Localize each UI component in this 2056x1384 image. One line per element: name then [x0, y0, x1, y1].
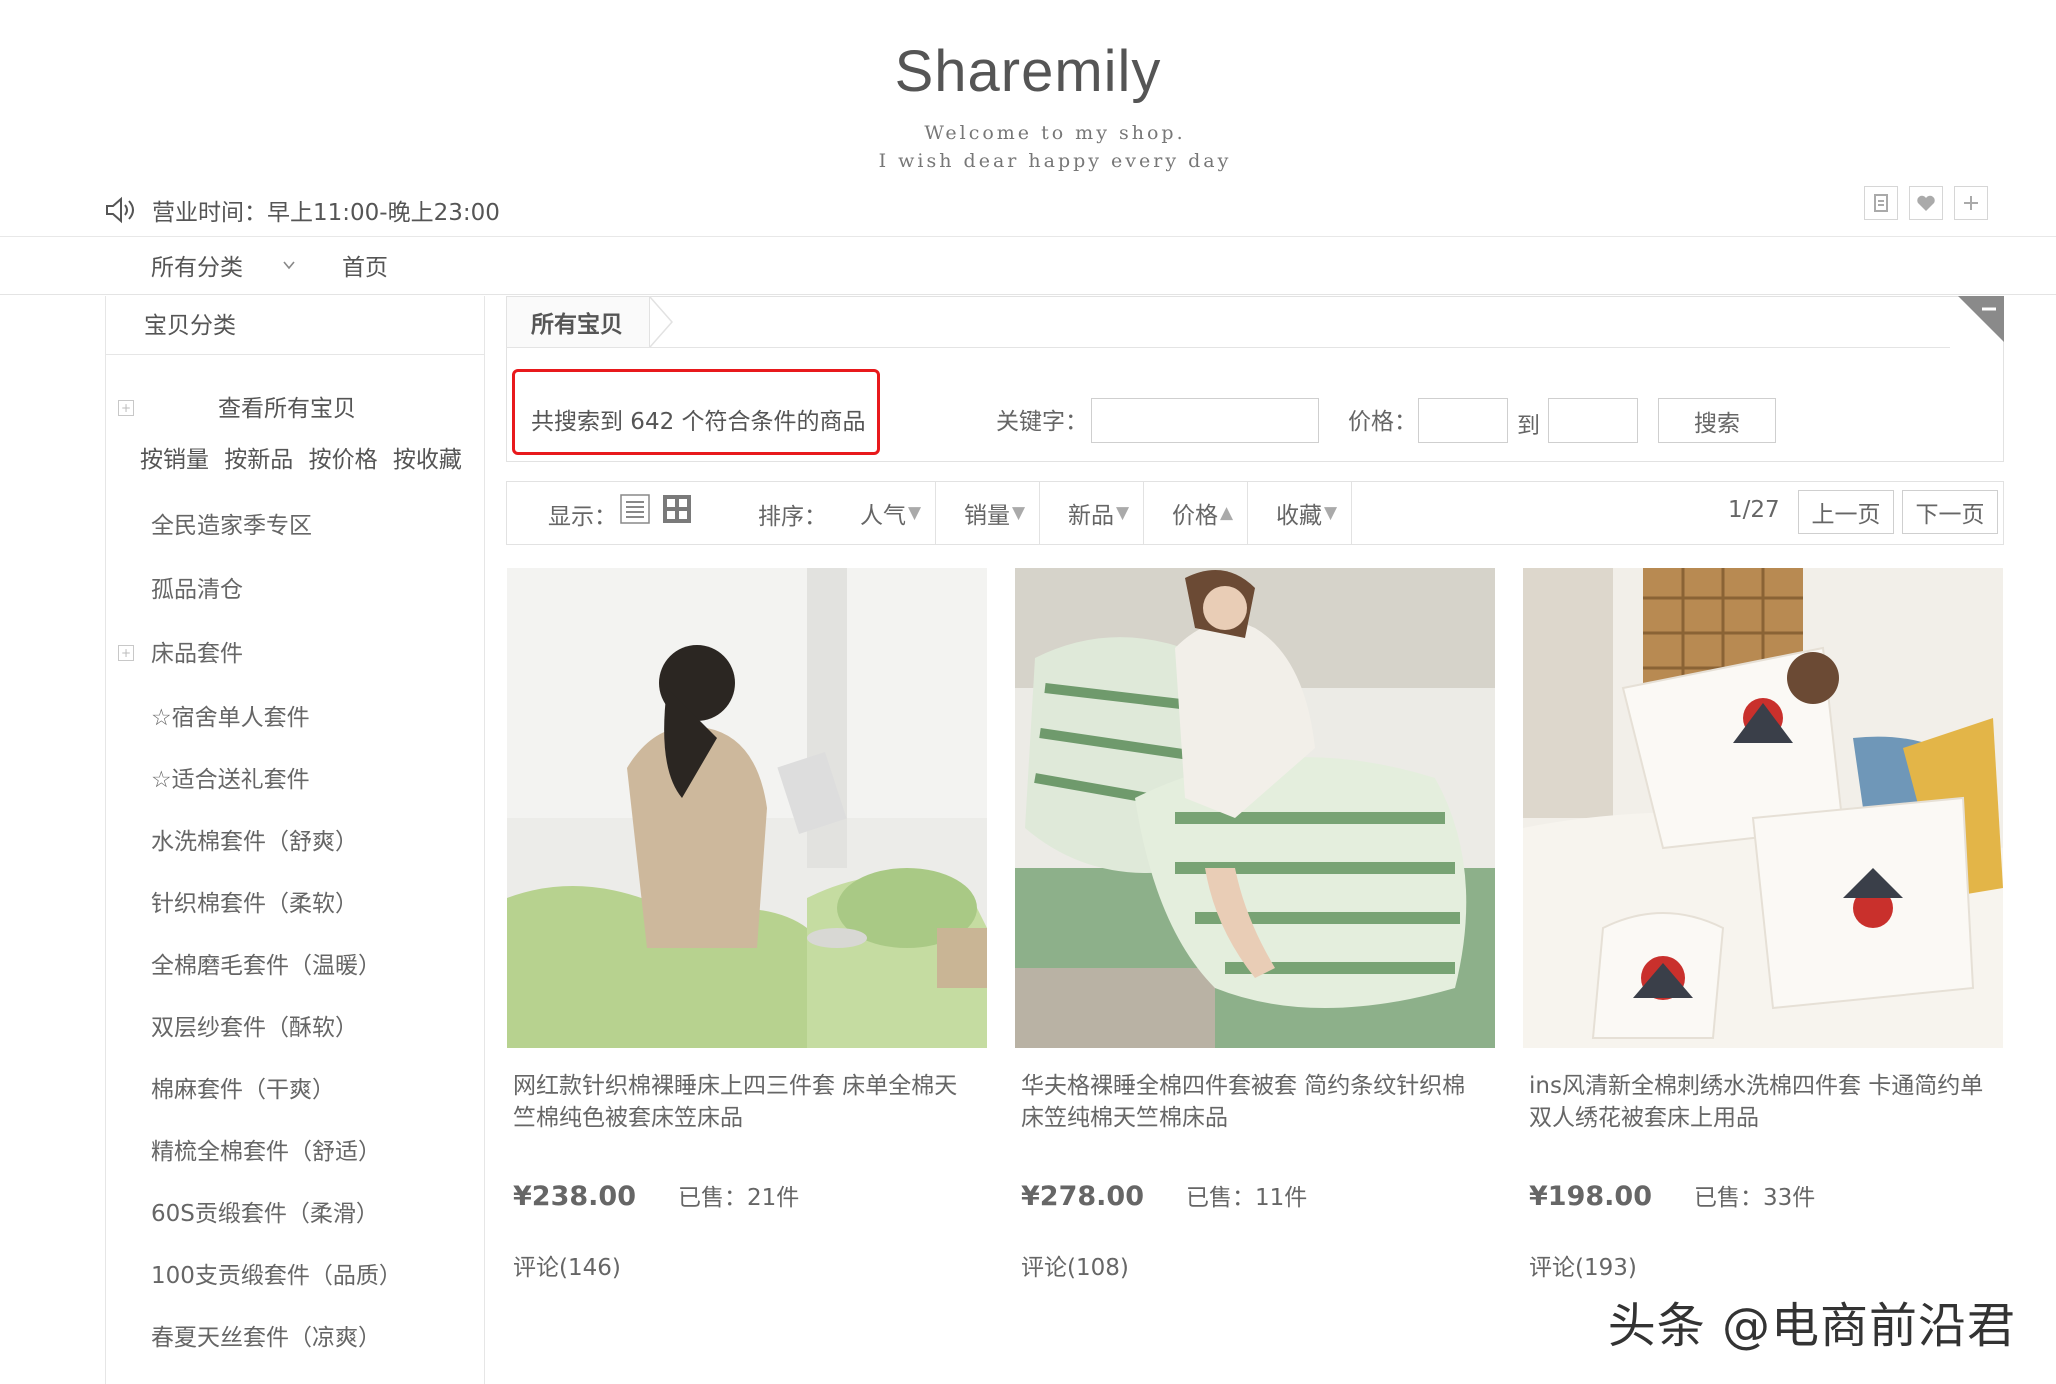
price-row: ¥238.00 已售：21件 — [507, 1178, 987, 1212]
sidebar-item[interactable]: 孤品清仓 — [151, 570, 243, 604]
nav-bar — [0, 237, 2056, 295]
shop-title: Sharemily — [894, 39, 1162, 104]
sort-favorites[interactable]: 收藏 ▼ — [1262, 482, 1353, 544]
sidebar-item[interactable]: 春夏天丝套件（凉爽） — [151, 1318, 381, 1352]
grid-view-icon[interactable] — [662, 494, 692, 524]
sidebar-view-all[interactable]: 查看所有宝贝 — [218, 389, 356, 423]
product-title[interactable]: 网红款针织棉裸睡床上四三件套 床单全棉天竺棉纯色被套床笠床品 — [507, 1070, 987, 1134]
heart-icon[interactable] — [1909, 186, 1943, 220]
list-view-icon[interactable] — [620, 494, 650, 524]
product-image[interactable] — [507, 568, 987, 1048]
page-indicator: 1/27 — [1728, 497, 1780, 523]
sort-price[interactable]: 价格 ▲ — [1158, 482, 1249, 544]
sort-option-label: 收藏 — [1276, 503, 1322, 529]
highlight-box — [512, 369, 880, 455]
price-label: 价格： — [1348, 409, 1417, 435]
sidebar-item[interactable]: 双层纱套件（酥软） — [151, 1008, 358, 1042]
expand-icon[interactable]: + — [118, 645, 134, 661]
product-title[interactable]: 华夫格裸睡全棉四件套被套 简约条纹针织棉床笠纯棉天竺棉床品 — [1015, 1070, 1495, 1134]
chevron-down-icon[interactable] — [282, 258, 296, 272]
business-hours-text: 营业时间：早上11:00-晚上23:00 — [152, 200, 500, 226]
speaker-icon — [106, 196, 134, 224]
sort-option-label: 价格 — [1172, 503, 1218, 529]
collapse-icon[interactable] — [1958, 296, 2004, 342]
breadcrumb-divider — [506, 347, 1950, 348]
nav-all-categories[interactable]: 所有分类 — [151, 248, 243, 282]
sort-new[interactable]: 新品 ▼ — [1054, 482, 1145, 544]
next-page-button[interactable]: 下一页 — [1902, 490, 1998, 534]
price-row: ¥198.00 已售：33件 — [1523, 1178, 2003, 1212]
expand-icon[interactable]: + — [118, 400, 134, 416]
breadcrumb-arrow-icon — [650, 297, 673, 347]
product-card[interactable]: 华夫格裸睡全棉四件套被套 简约条纹针织棉床笠纯棉天竺棉床品 ¥278.00 已售… — [1015, 568, 1495, 1282]
sidebar-sort-links[interactable]: 按销量 按新品 按价格 按收藏 — [140, 440, 462, 474]
sidebar-item[interactable]: 针织棉套件（柔软） — [151, 884, 358, 918]
sort-option-label: 人气 — [860, 503, 906, 529]
price-max-input[interactable] — [1548, 398, 1638, 443]
plus-icon[interactable] — [1954, 186, 1988, 220]
sort-sales[interactable]: 销量 ▼ — [950, 482, 1041, 544]
sidebar-item[interactable]: 精梳全棉套件（舒适） — [151, 1132, 381, 1166]
shop-tagline-line-1: Welcome to my shop. — [924, 122, 1186, 144]
price-row: ¥278.00 已售：11件 — [1015, 1178, 1495, 1212]
product-price: ¥238.00 — [513, 1181, 636, 1212]
arrow-down-icon: ▼ — [1012, 503, 1026, 523]
sidebar-item[interactable]: 100支贡缎套件（品质） — [151, 1256, 402, 1290]
prev-page-button[interactable]: 上一页 — [1798, 490, 1894, 534]
product-reviews[interactable]: 评论(193) — [1523, 1248, 2003, 1282]
sidebar-item[interactable]: 全民造家季专区 — [151, 506, 312, 540]
price-to-label: 到 — [1517, 413, 1540, 439]
product-reviews[interactable]: 评论(146) — [507, 1248, 987, 1282]
keyword-label: 关键字： — [996, 409, 1088, 435]
product-sold: 已售：33件 — [1693, 1185, 1816, 1211]
business-hours: 营业时间：早上11:00-晚上23:00 — [104, 192, 500, 228]
display-label: 显示： — [548, 504, 617, 530]
sidebar-item[interactable]: ☆适合送礼套件 — [151, 760, 310, 794]
sidebar-title-divider — [106, 354, 484, 355]
shop-tagline-line-2: I wish dear happy every day — [878, 150, 1232, 172]
arrow-up-icon: ▲ — [1220, 503, 1234, 523]
sidebar-item[interactable]: ☆宿舍单人套件 — [151, 698, 310, 732]
product-reviews[interactable]: 评论(108) — [1015, 1248, 1495, 1282]
sidebar-item[interactable]: 床品套件 — [151, 634, 243, 668]
document-icon[interactable] — [1864, 186, 1898, 220]
product-card[interactable]: ins风清新全棉刺绣水洗棉四件套 卡通简约单双人绣花被套床上用品 ¥198.00… — [1523, 568, 2003, 1282]
product-card[interactable]: 网红款针织棉裸睡床上四三件套 床单全棉天竺棉纯色被套床笠床品 ¥238.00 已… — [507, 568, 987, 1282]
header-actions — [1864, 186, 1988, 220]
product-price: ¥278.00 — [1021, 1181, 1144, 1212]
product-price: ¥198.00 — [1529, 1181, 1652, 1212]
product-title[interactable]: ins风清新全棉刺绣水洗棉四件套 卡通简约单双人绣花被套床上用品 — [1523, 1070, 2003, 1134]
product-sold: 已售：21件 — [677, 1185, 800, 1211]
sidebar-title: 宝贝分类 — [144, 313, 236, 339]
sort-option-label: 销量 — [964, 503, 1010, 529]
arrow-down-icon: ▼ — [908, 503, 922, 523]
sidebar-item[interactable]: 全棉磨毛套件（温暖） — [151, 946, 381, 980]
nav-home[interactable]: 首页 — [342, 248, 388, 282]
product-image[interactable] — [1523, 568, 2003, 1048]
price-min-input[interactable] — [1418, 398, 1508, 443]
sort-label: 排序： — [758, 504, 827, 530]
watermark: 头条 @电商前沿君 — [1607, 1298, 2016, 1354]
sort-option-label: 新品 — [1068, 503, 1114, 529]
search-button[interactable]: 搜索 — [1658, 398, 1776, 443]
product-sold: 已售：11件 — [1185, 1185, 1308, 1211]
sidebar-item[interactable]: 棉麻套件（干爽） — [151, 1070, 335, 1104]
sidebar-item[interactable]: 60S贡缎套件（柔滑） — [151, 1194, 379, 1228]
arrow-down-icon: ▼ — [1324, 503, 1338, 523]
sidebar-item[interactable]: 水洗棉套件（舒爽） — [151, 822, 358, 856]
breadcrumb: 所有宝贝 — [507, 297, 650, 347]
product-image[interactable] — [1015, 568, 1495, 1048]
sort-popularity[interactable]: 人气 ▼ — [846, 482, 937, 544]
keyword-input[interactable] — [1091, 398, 1319, 443]
arrow-down-icon: ▼ — [1116, 503, 1130, 523]
